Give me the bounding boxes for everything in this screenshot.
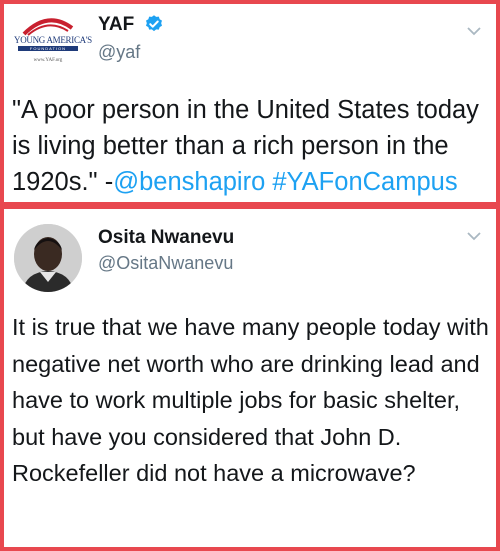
tweet-text: "A poor person in the United States toda… (12, 92, 488, 200)
display-name[interactable]: Osita Nwanevu (98, 227, 234, 249)
tweet-card[interactable]: YOUNG AMERICA'S FOUNDATION www.YAF.org Y… (4, 4, 496, 202)
tweet-text: It is true that we have many people toda… (12, 314, 489, 486)
yaf-swoosh-icon (22, 18, 74, 36)
tweet-card[interactable]: Osita Nwanevu @OsitaNwanevu It is true t… (4, 209, 496, 547)
handle[interactable]: @OsitaNwanevu (98, 253, 233, 274)
yaf-wordmark: YOUNG AMERICA'S (14, 35, 92, 45)
yaf-stripe: FOUNDATION (18, 46, 78, 51)
verified-badge-icon (146, 15, 162, 32)
mention-link[interactable]: @benshapiro (113, 168, 265, 196)
display-name[interactable]: YAF (98, 14, 134, 36)
chevron-down-icon[interactable] (466, 26, 482, 36)
chevron-down-icon[interactable] (466, 231, 482, 241)
yaf-logo-avatar[interactable]: YOUNG AMERICA'S FOUNDATION www.YAF.org (14, 14, 92, 74)
yaf-url-text: www.YAF.org (33, 58, 63, 63)
hashtag-link[interactable]: #YAFonCampus (272, 168, 457, 196)
handle[interactable]: @yaf (98, 42, 140, 63)
person-silhouette-icon (14, 224, 82, 292)
profile-photo-avatar[interactable] (14, 224, 82, 292)
